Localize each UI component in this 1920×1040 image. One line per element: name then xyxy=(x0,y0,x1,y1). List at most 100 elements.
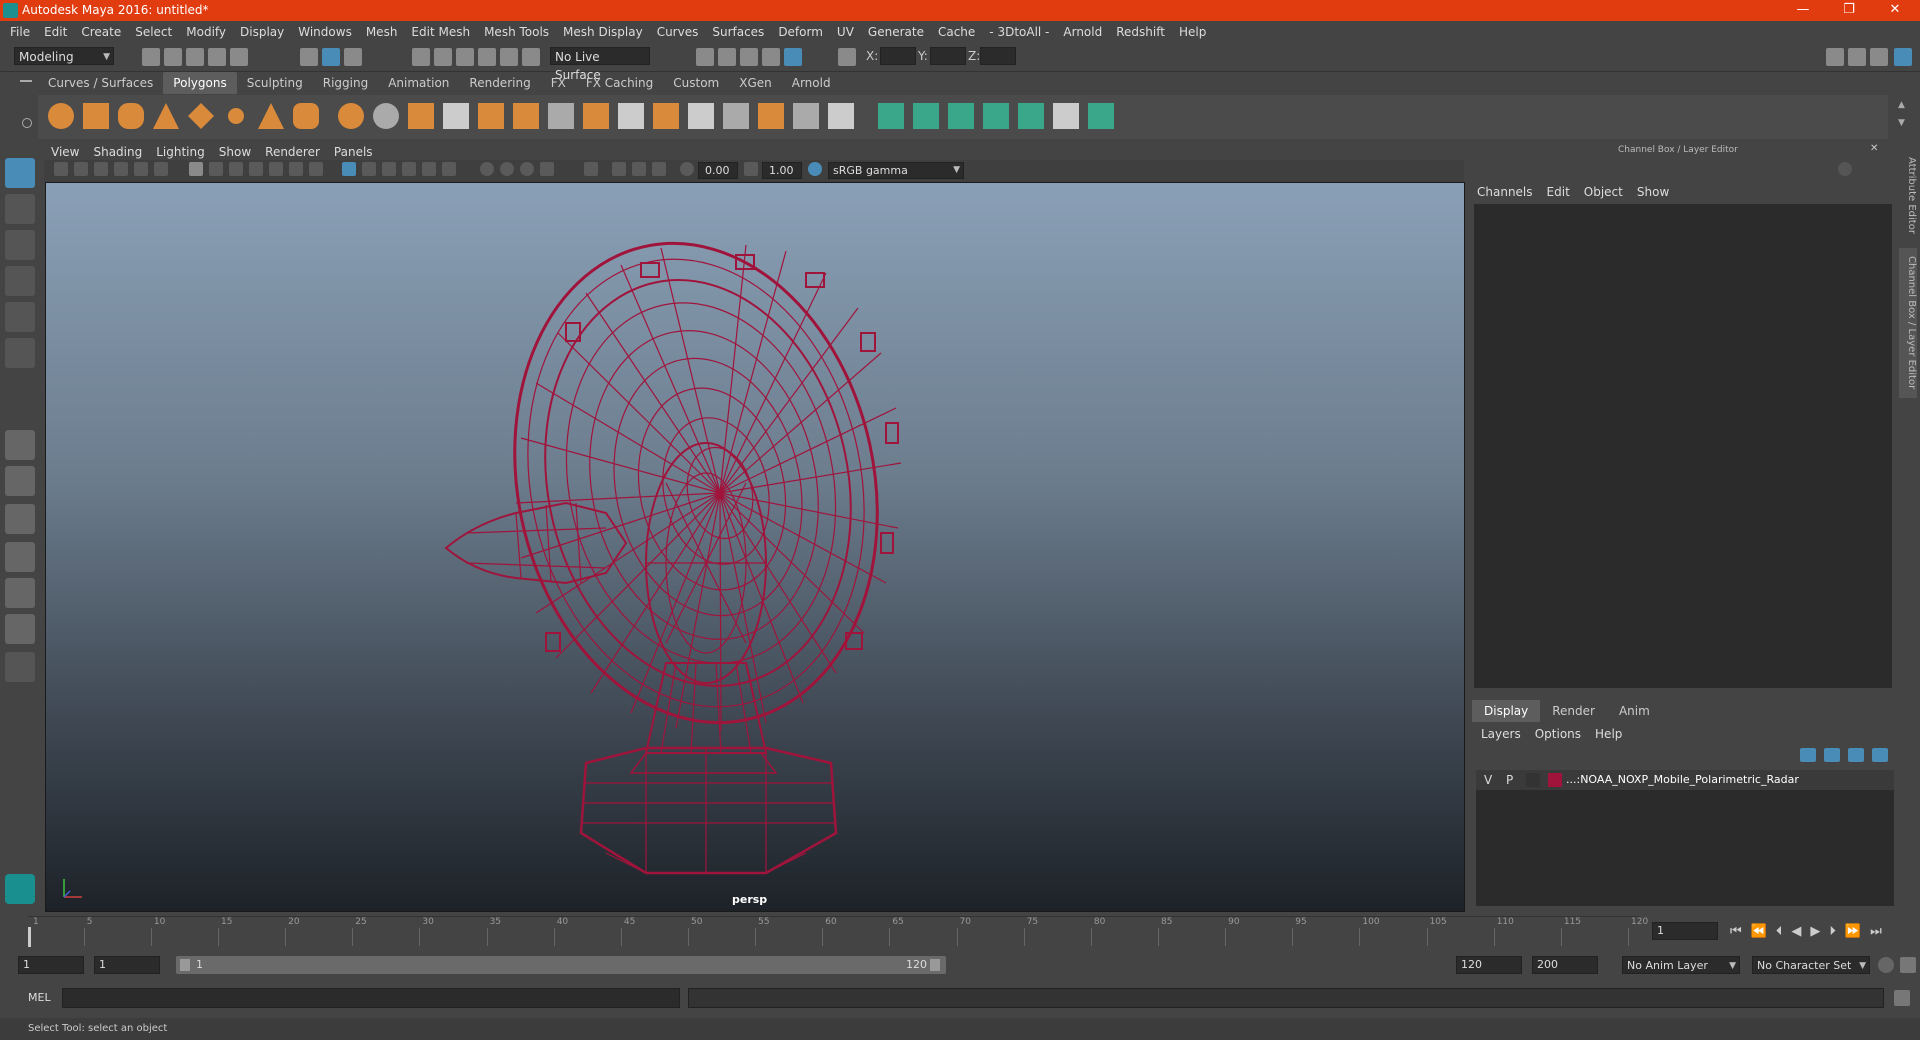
fill-hole-icon[interactable] xyxy=(653,103,679,129)
menu-select[interactable]: Select xyxy=(128,21,179,43)
auto-key-icon[interactable] xyxy=(1878,957,1894,973)
snap-grid-icon[interactable] xyxy=(412,48,430,66)
bridge-icon[interactable] xyxy=(478,103,504,129)
lasso-tool-icon[interactable] xyxy=(5,194,35,224)
menu-display[interactable]: Display xyxy=(233,21,291,43)
exposure-icon[interactable] xyxy=(680,162,694,176)
wireframe-on-shaded-icon[interactable] xyxy=(382,162,396,176)
grid-toggle-icon[interactable] xyxy=(189,162,203,176)
snap-surface-icon[interactable] xyxy=(500,48,518,66)
new-empty-layer-icon[interactable] xyxy=(1848,748,1864,762)
xray-joints-icon[interactable] xyxy=(632,162,646,176)
four-view-layout-icon[interactable] xyxy=(5,466,35,496)
y-field[interactable] xyxy=(930,47,966,65)
colorspace-dropdown[interactable]: sRGB gamma ▼ xyxy=(828,162,964,179)
menu-mesh-display[interactable]: Mesh Display xyxy=(556,21,650,43)
layer-playback-toggle[interactable]: P xyxy=(1506,773,1513,787)
anim-layer-dropdown[interactable]: No Anim Layer ▼ xyxy=(1622,956,1740,974)
tab-curves-surfaces[interactable]: Curves / Surfaces xyxy=(38,72,163,94)
persp-uv-layout-icon[interactable] xyxy=(5,578,35,608)
single-perspective-layout-icon[interactable] xyxy=(5,430,35,460)
tab-display[interactable]: Display xyxy=(1472,700,1541,722)
animation-preferences-icon[interactable] xyxy=(1900,957,1916,973)
hypershade-layout-icon[interactable] xyxy=(5,614,35,644)
go-to-end-icon[interactable]: ⏭ xyxy=(1870,924,1891,939)
tab-anim[interactable]: Anim xyxy=(1607,700,1662,722)
poly-cylinder-icon[interactable] xyxy=(118,103,144,129)
transform-mode-icon[interactable] xyxy=(838,48,856,66)
select-object-icon[interactable] xyxy=(322,48,340,66)
xray-icon[interactable] xyxy=(402,162,416,176)
film-gate-icon[interactable] xyxy=(209,162,223,176)
poly-pyramid-icon[interactable] xyxy=(258,103,284,129)
menu-modify[interactable]: Modify xyxy=(179,21,233,43)
uv-planar-icon[interactable] xyxy=(878,103,904,129)
layer-menu-layers[interactable]: Layers xyxy=(1474,724,1528,744)
tab-rendering[interactable]: Rendering xyxy=(459,72,540,94)
range-slider[interactable]: 1 120 xyxy=(176,956,946,974)
new-scene-icon[interactable] xyxy=(142,48,160,66)
close-button[interactable]: ✕ xyxy=(1872,0,1918,21)
anti-aliasing-icon[interactable] xyxy=(520,162,534,176)
script-editor-icon[interactable] xyxy=(1894,990,1910,1006)
save-scene-icon[interactable] xyxy=(186,48,204,66)
safe-action-icon[interactable] xyxy=(289,162,303,176)
character-set-dropdown[interactable]: No Character Set ▼ xyxy=(1752,956,1870,974)
current-time-marker[interactable] xyxy=(28,927,31,947)
xray-components-icon[interactable] xyxy=(652,162,666,176)
separate-icon[interactable] xyxy=(373,103,399,129)
image-plane-icon[interactable] xyxy=(114,162,128,176)
select-camera-icon[interactable] xyxy=(54,162,68,176)
depth-of-field-icon[interactable] xyxy=(540,162,554,176)
cb-menu-show[interactable]: Show xyxy=(1630,182,1676,202)
toggle-tool-settings-icon[interactable] xyxy=(1870,48,1888,66)
channel-box-tab[interactable]: Channel Box / Layer Editor xyxy=(1899,248,1917,398)
select-component-icon[interactable] xyxy=(344,48,362,66)
shelf-menu-icon[interactable] xyxy=(20,80,32,82)
multi-cut-icon[interactable] xyxy=(548,103,574,129)
perspective-viewport[interactable] xyxy=(45,182,1465,912)
select-tool-icon[interactable] xyxy=(5,158,35,188)
rotate-tool-icon[interactable] xyxy=(5,302,35,332)
toggle-modeling-toolkit-icon[interactable] xyxy=(1826,48,1844,66)
extract-icon[interactable] xyxy=(408,103,434,129)
toolbox-expand-icon[interactable] xyxy=(5,652,35,682)
live-surface-field[interactable]: No Live Surface xyxy=(550,47,650,82)
new-layer-selected-icon[interactable] xyxy=(1872,748,1888,762)
vp-menu-panels[interactable]: Panels xyxy=(327,142,380,162)
uv-unfold-icon[interactable] xyxy=(1018,103,1044,129)
shadows-icon[interactable] xyxy=(442,162,456,176)
time-slider[interactable]: 1 5 10 15 20 25 30 35 40 45 50 55 60 65 70 75 80 85 90 95 10… xyxy=(28,916,1648,947)
vp-menu-renderer[interactable]: Renderer xyxy=(258,142,327,162)
maximize-button[interactable]: ❐ xyxy=(1826,0,1872,21)
menu-curves[interactable]: Curves xyxy=(650,21,706,43)
hud-toggle-icon[interactable] xyxy=(612,162,626,176)
menu-edit[interactable]: Edit xyxy=(37,21,74,43)
layer-row[interactable]: V P ...:NOAA_NOXP_Mobile_Polarimetric_Ra… xyxy=(1476,770,1894,790)
default-lighting-icon[interactable] xyxy=(422,162,436,176)
tab-fx[interactable]: FX xyxy=(541,72,576,94)
menu-file[interactable]: File xyxy=(0,21,37,43)
poly-pipe-icon[interactable] xyxy=(293,103,319,129)
layer-menu-options[interactable]: Options xyxy=(1528,724,1588,744)
toggle-channel-box-icon[interactable] xyxy=(1894,48,1912,66)
hypershade-icon[interactable] xyxy=(784,48,802,66)
tab-fx-caching[interactable]: FX Caching xyxy=(576,72,663,94)
play-backward-icon[interactable]: ◀ xyxy=(1791,924,1810,939)
poly-torus-icon[interactable] xyxy=(223,103,249,129)
menu-uv[interactable]: UV xyxy=(830,21,861,43)
range-end-handle[interactable] xyxy=(930,959,940,971)
exposure-field[interactable]: 0.00 xyxy=(698,162,738,179)
tab-rigging[interactable]: Rigging xyxy=(313,72,378,94)
wireframe-mode-icon[interactable] xyxy=(342,162,356,176)
snap-vertex-icon[interactable] xyxy=(522,48,540,66)
shelf-scroll-down-icon[interactable]: ▼ xyxy=(1898,118,1905,128)
vp-menu-show[interactable]: Show xyxy=(212,142,258,162)
ambient-occlusion-icon[interactable] xyxy=(480,162,494,176)
move-layer-up-icon[interactable] xyxy=(1800,748,1816,762)
channel-box-option-icon[interactable] xyxy=(1838,162,1852,176)
redo-icon[interactable] xyxy=(230,48,248,66)
snap-point-icon[interactable] xyxy=(456,48,474,66)
menu-surfaces[interactable]: Surfaces xyxy=(705,21,771,43)
render-settings-icon[interactable] xyxy=(762,48,780,66)
